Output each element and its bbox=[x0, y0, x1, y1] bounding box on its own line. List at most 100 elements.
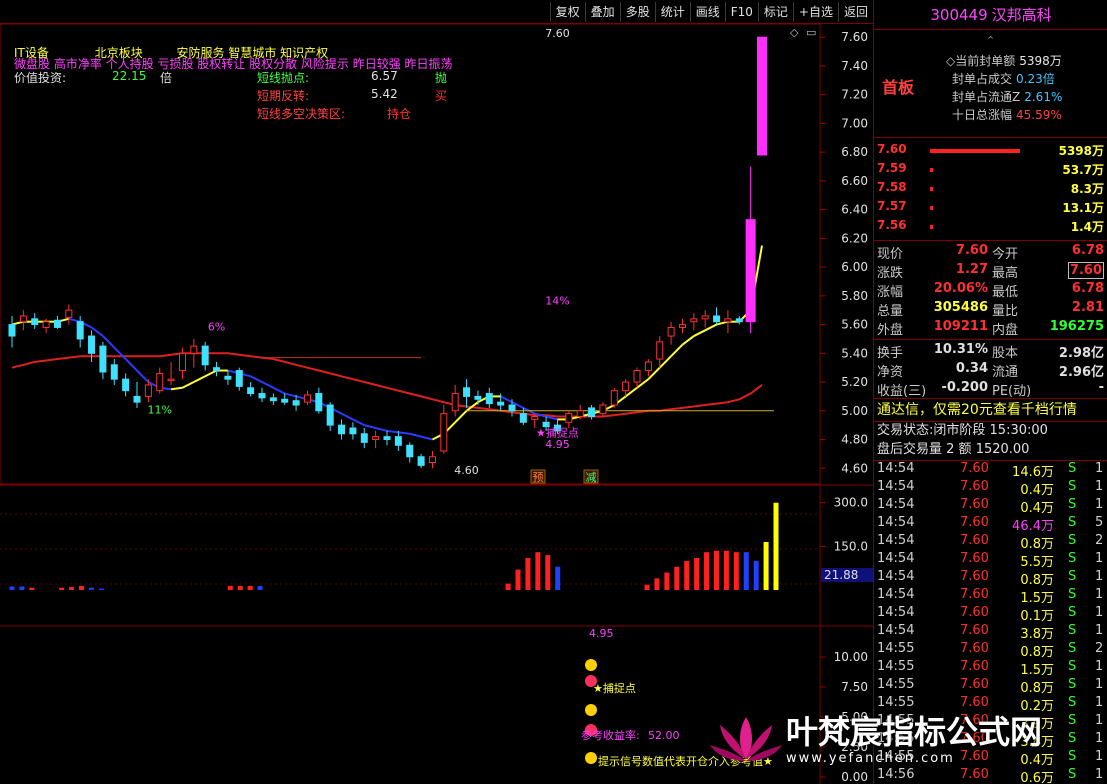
quote-value: -0.200 bbox=[941, 380, 988, 395]
order-volume: 53.7万 bbox=[1062, 163, 1104, 177]
divider bbox=[874, 339, 1107, 340]
tick-cell: S bbox=[1068, 461, 1077, 476]
ma-line-segment bbox=[193, 375, 206, 383]
quote-value: 20.06% bbox=[933, 281, 988, 296]
volume-bar bbox=[237, 585, 243, 590]
quote-value: 10.31% bbox=[933, 342, 988, 357]
tick-cell: 7.60 bbox=[960, 461, 989, 476]
quote-value: 2.96亿 bbox=[1058, 365, 1104, 380]
candle-body bbox=[53, 319, 61, 328]
candle-body bbox=[463, 387, 471, 397]
candle-body bbox=[156, 372, 164, 392]
ma-line-segment bbox=[681, 335, 695, 346]
seal-label: 封单占流通Z bbox=[952, 90, 1021, 104]
candle-body bbox=[269, 397, 277, 402]
price-tick-label: 5.80 bbox=[841, 289, 868, 303]
tick-row: 14:54 7.60 3.8万 S 1 bbox=[874, 623, 1107, 642]
order-bar bbox=[930, 149, 1020, 153]
quote-value: 109211 bbox=[933, 319, 988, 334]
toolbar-button-1[interactable]: 叠加 bbox=[584, 2, 620, 22]
toolbar-button-0[interactable]: 复权 bbox=[549, 2, 585, 22]
tick-cell: 7.60 bbox=[960, 497, 989, 512]
quote-row: 现价 7.60 今开 6.78 bbox=[874, 243, 1107, 262]
tick-cell: 2 bbox=[1095, 641, 1104, 656]
price-tick-label: 6.00 bbox=[841, 260, 868, 274]
order-bar bbox=[930, 206, 933, 210]
ma-line-segment bbox=[500, 395, 513, 404]
candle-body bbox=[201, 345, 209, 366]
order-book-row[interactable]: 7.60 5398万 bbox=[874, 142, 1107, 160]
candle-body bbox=[588, 407, 596, 418]
collapse-icon[interactable]: ⌃ bbox=[986, 34, 995, 47]
toolbar-buttons: 复权 叠加 多股 统计 画线 F10 标记 +自选 返回 bbox=[549, 2, 873, 22]
candle-body bbox=[713, 315, 721, 323]
volume-tick-label: 300.0 bbox=[834, 496, 868, 510]
candle-body bbox=[610, 390, 618, 406]
tick-cell: 7.60 bbox=[960, 515, 989, 530]
chart-pane[interactable]: 300.0 150.0 21.88 6% 11% 14% 4.60 ★捕捉点 4.95 7.60… bbox=[0, 23, 873, 784]
yield-label: 参考收益率: bbox=[581, 728, 640, 742]
tick-cell: 0.1万 bbox=[1020, 609, 1054, 624]
toolbar-button-7[interactable]: +自选 bbox=[792, 2, 838, 22]
candle-body bbox=[633, 370, 641, 383]
diamond-icon[interactable]: ◇ bbox=[790, 26, 799, 39]
toolbar-button-5[interactable]: F10 bbox=[724, 2, 758, 22]
tick-cell: 1 bbox=[1095, 551, 1104, 566]
promo-banner[interactable]: 通达信，仅需20元查看千档行情 bbox=[874, 399, 1107, 421]
order-bar bbox=[930, 168, 933, 172]
quote-label: PE(动) bbox=[992, 384, 1032, 399]
order-price: 7.57 bbox=[877, 199, 907, 213]
ma-line-segment bbox=[352, 418, 365, 427]
candle-body bbox=[326, 404, 334, 426]
quote-label: 股本 bbox=[992, 346, 1019, 361]
quote-label: 总量 bbox=[877, 304, 904, 319]
candle-body bbox=[428, 456, 436, 464]
volume-bar bbox=[723, 550, 729, 590]
order-book-row[interactable]: 7.57 13.1万 bbox=[874, 199, 1107, 217]
stock-header[interactable]: 300449 汉邦高科 bbox=[874, 0, 1107, 30]
quote-label: 今开 bbox=[992, 247, 1019, 262]
watermark-title: 叶梵宸指标公式网 bbox=[786, 713, 1043, 751]
chart-annotation: 6% bbox=[208, 320, 225, 333]
candle-body bbox=[497, 401, 505, 406]
tick-cell: S bbox=[1068, 515, 1077, 530]
indicator-value: 5.42 bbox=[371, 87, 398, 101]
price-tick-label: 7.20 bbox=[841, 88, 868, 102]
after-hours-value: 2 额 1520.00 bbox=[946, 442, 1030, 457]
kline-chart[interactable]: 300.0 150.0 21.88 6% 11% 14% 4.60 ★捕捉点 4.95 7.60… bbox=[0, 23, 873, 784]
toolbar-button-6[interactable]: 标记 bbox=[757, 2, 793, 22]
tick-cell: 0.4万 bbox=[1020, 483, 1054, 498]
toolbar-button-3[interactable]: 统计 bbox=[654, 2, 690, 22]
toolbar-button-2[interactable]: 多股 bbox=[619, 2, 655, 22]
quote-value: 2.81 bbox=[1071, 300, 1104, 315]
candle-body bbox=[701, 315, 709, 320]
quote-label: 现价 bbox=[877, 247, 904, 262]
value-label: 价值投资: bbox=[14, 71, 67, 85]
order-volume: 8.3万 bbox=[1070, 182, 1104, 196]
candle-body bbox=[213, 367, 221, 372]
order-price: 7.60 bbox=[877, 142, 907, 156]
candle-body bbox=[565, 413, 573, 423]
order-book-row[interactable]: 7.59 53.7万 bbox=[874, 161, 1107, 179]
order-book-row[interactable]: 7.58 8.3万 bbox=[874, 180, 1107, 198]
toolbar-button-8[interactable]: 返回 bbox=[837, 2, 873, 22]
ma-line-segment bbox=[704, 323, 717, 332]
order-volume: 13.1万 bbox=[1062, 201, 1104, 215]
order-price: 7.59 bbox=[877, 161, 907, 175]
lower-tick-label: 10.00 bbox=[834, 650, 868, 664]
order-price: 7.56 bbox=[877, 218, 907, 232]
ma-line-segment bbox=[204, 369, 217, 378]
ma-line-segment bbox=[113, 346, 127, 360]
toolbar-button-4[interactable]: 画线 bbox=[689, 2, 725, 22]
quote-label: 最高 bbox=[992, 266, 1019, 281]
tick-cell: S bbox=[1068, 659, 1077, 674]
ma-line-segment bbox=[272, 386, 286, 395]
tick-cell: 7.60 bbox=[960, 569, 989, 584]
tick-row: 14:55 7.60 1.5万 S 1 bbox=[874, 659, 1107, 678]
order-book-row[interactable]: 7.56 1.4万 bbox=[874, 218, 1107, 236]
candle-body bbox=[622, 381, 630, 392]
minimize-icon[interactable]: ▭ bbox=[806, 26, 816, 39]
candle-body bbox=[247, 387, 255, 395]
ma-line-segment bbox=[454, 410, 468, 423]
tick-cell: 14:54 bbox=[877, 605, 915, 620]
